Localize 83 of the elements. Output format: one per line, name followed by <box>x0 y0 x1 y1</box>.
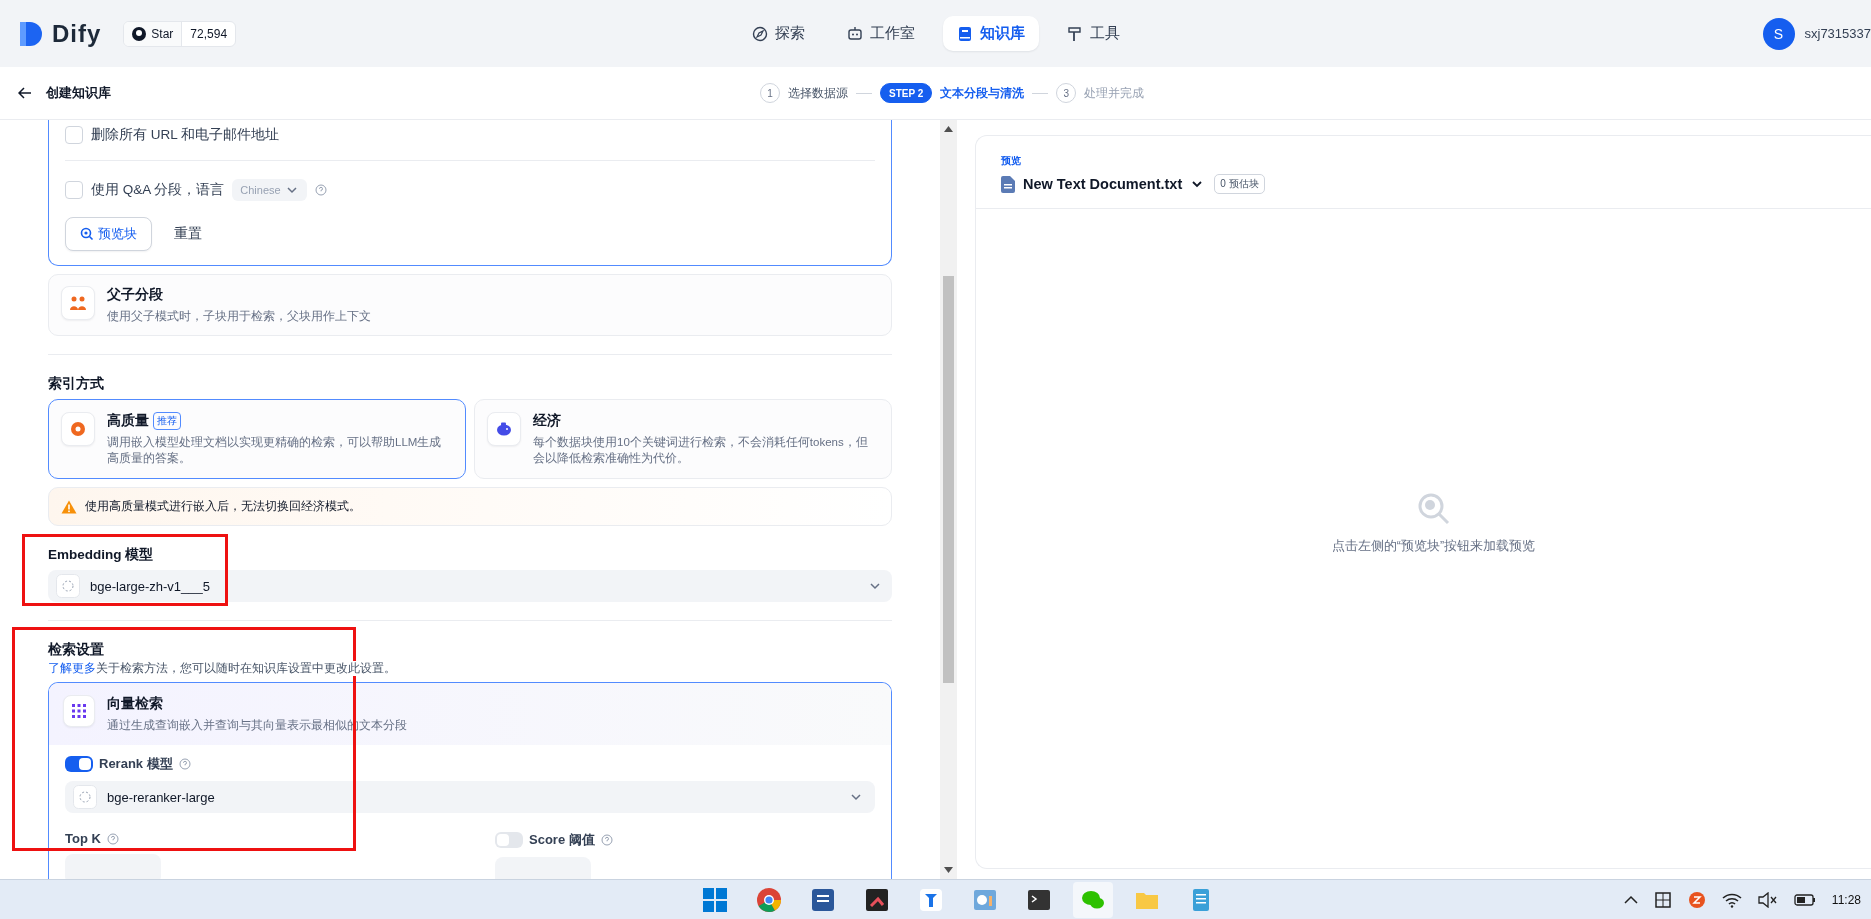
checkbox[interactable] <box>65 126 83 144</box>
scrollbar[interactable] <box>940 120 957 879</box>
logo-icon <box>18 19 44 48</box>
card-title: 向量检索 <box>107 695 164 714</box>
nav-tab[interactable]: 探索 <box>737 16 819 51</box>
clock-time[interactable]: 11:28 <box>1831 892 1861 907</box>
empty-state-text: 点击左侧的“预览块”按钮来加载预览 <box>1331 538 1536 555</box>
browser-icon[interactable] <box>755 885 783 914</box>
scroll-thumb[interactable] <box>943 276 954 683</box>
section-title: 检索设置 <box>48 641 105 660</box>
document-icon <box>1001 175 1015 193</box>
checkbox[interactable] <box>65 181 83 199</box>
reset-button[interactable]: 重置 <box>174 219 202 249</box>
star-label: Star <box>151 26 174 41</box>
wifi-icon[interactable] <box>1721 891 1742 908</box>
field-label: Score 阈值 <box>529 831 595 850</box>
number-field[interactable] <box>495 857 591 879</box>
model-icon <box>56 574 80 599</box>
model-select[interactable]: bge-large-zh-v1___5 <box>48 570 892 603</box>
step-label: 选择数据源 <box>788 84 848 102</box>
option-label: 删除所有 URL 和电子邮件地址 <box>91 126 279 144</box>
help-icon <box>178 758 191 771</box>
windows-icon[interactable] <box>701 885 729 914</box>
index-option-card[interactable]: 高质量 推荐 调用嵌入模型处理文档以实现更精确的检索，可以帮助LLM生成高质量的答案。 <box>48 399 466 480</box>
step-badge: STEP 2 <box>880 83 933 103</box>
help-icon <box>314 184 327 196</box>
card-title: 父子分段 <box>107 286 164 304</box>
scroll-down-icon <box>944 867 953 873</box>
card-title: 经济 <box>533 412 561 431</box>
help-icon <box>106 832 119 845</box>
github-icon <box>132 26 147 41</box>
book-icon <box>956 25 973 42</box>
speaker-muted-icon[interactable] <box>1757 891 1778 908</box>
learn-more-link[interactable]: 了解更多 <box>48 662 96 675</box>
robot-icon <box>846 25 863 42</box>
user-avatar[interactable]: S <box>1762 17 1795 50</box>
toggle-switch[interactable] <box>65 756 93 773</box>
recommended-badge: 推荐 <box>153 412 181 431</box>
model-select[interactable]: bge-reranker-large <box>65 781 875 814</box>
github-star-button[interactable]: Star 72,594 <box>123 20 237 47</box>
card-description: 使用父子模式时，子块用于检索，父块用作上下文 <box>107 309 371 324</box>
panel-label: 预览 <box>1001 154 1022 168</box>
section-title: 索引方式 <box>48 375 105 394</box>
chunk-count-badge: 0 预估块 <box>1214 174 1265 194</box>
index-option-card[interactable]: 经济 每个数据块使用10个关键词进行检索，不会消耗任何tokens，但会以降低检索准确性为代价。 <box>474 399 892 480</box>
number-field[interactable] <box>65 854 161 879</box>
back-arrow-icon[interactable] <box>18 87 32 99</box>
warning-text: 使用高质量模式进行嵌入后，无法切换回经济模式。 <box>85 499 361 515</box>
user-name: sxj7315337 <box>1804 26 1871 41</box>
card-description: 每个数据块使用10个关键词进行检索，不会消耗任何tokens，但会以降低检索准确性为代价。 <box>533 435 869 467</box>
chevron-up-icon[interactable] <box>1623 894 1638 905</box>
nav-tab[interactable]: 工作室 <box>832 16 929 51</box>
people-icon <box>69 295 87 311</box>
page-title: 创建知识库 <box>46 84 111 102</box>
option-label: 使用 Q&A 分段，语言 <box>91 181 225 199</box>
search-icon <box>80 227 94 241</box>
warning-icon <box>61 499 77 514</box>
compass-icon <box>751 25 768 42</box>
toggle-switch[interactable] <box>495 832 523 849</box>
network-icon[interactable] <box>1653 890 1672 909</box>
parent-child-card[interactable]: 父子分段 使用父子模式时，子块用于检索，父块用作上下文 <box>48 274 892 337</box>
help-icon <box>600 834 613 847</box>
scroll-up-icon <box>944 126 953 132</box>
card-description: 调用嵌入模型处理文档以实现更精确的检索，可以帮助LLM生成高质量的答案。 <box>107 435 443 467</box>
step-label: 处理并完成 <box>1084 84 1145 102</box>
field-label: Top K <box>65 831 101 847</box>
step-label: 文本分段与清洗 <box>940 84 1025 102</box>
card-title: 高质量 <box>107 412 149 431</box>
nav-tab[interactable]: 工具 <box>1052 16 1134 51</box>
star-count: 72,594 <box>189 25 229 43</box>
model-icon <box>73 785 97 810</box>
field-label: Rerank 模型 <box>99 755 173 774</box>
search-icon <box>1416 492 1451 526</box>
input-method-icon[interactable] <box>1687 890 1706 909</box>
battery-icon[interactable] <box>1793 892 1816 907</box>
hammer-icon <box>1066 25 1083 42</box>
file-select[interactable]: New Text Document.txt <box>1001 175 1205 193</box>
piggy-bank-icon <box>495 421 513 438</box>
preview-button[interactable]: 预览块 <box>65 217 152 251</box>
logo-text: Dify <box>52 19 102 48</box>
section-title: Embedding 模型 <box>48 546 155 565</box>
grid-dots-icon <box>72 704 86 719</box>
nav-tab[interactable]: 知识库 <box>942 16 1039 51</box>
